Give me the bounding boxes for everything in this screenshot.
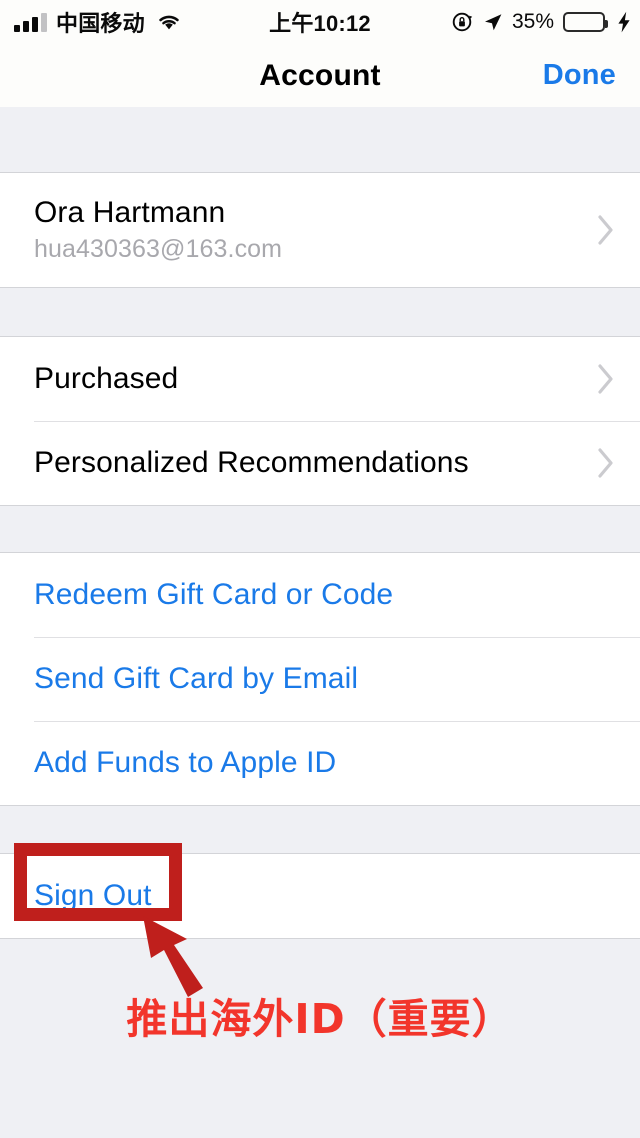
location-arrow-icon — [483, 12, 503, 32]
iphone-screen: 中国移动 上午10:12 35% Account Done Ora Hartma… — [0, 0, 640, 1138]
row-purchased-title: Purchased — [34, 362, 179, 395]
row-sign-out[interactable]: Sign Out — [0, 854, 640, 938]
chevron-right-icon — [596, 362, 616, 396]
row-personalized-recommendations-text: Personalized Recommendations — [34, 446, 596, 480]
row-redeem-gift-card[interactable]: Redeem Gift Card or Code — [0, 553, 640, 637]
section-library: Purchased Personalized Recommendations — [0, 336, 640, 506]
row-personalized-recommendations-title: Personalized Recommendations — [34, 446, 469, 479]
row-send-gift-card-title: Send Gift Card by Email — [34, 662, 359, 695]
navigation-bar: Account Done — [0, 44, 640, 107]
row-apple-id-text: Ora Hartmann hua430363@163.com — [34, 196, 596, 264]
row-redeem-gift-card-title: Redeem Gift Card or Code — [34, 578, 394, 611]
rotation-lock-icon — [452, 11, 474, 33]
section-gap-3 — [0, 806, 640, 853]
row-add-funds-title: Add Funds to Apple ID — [34, 746, 337, 779]
row-apple-id[interactable]: Ora Hartmann hua430363@163.com — [0, 173, 640, 287]
row-sign-out-title: Sign Out — [34, 879, 152, 912]
section-gap-top — [0, 107, 640, 172]
battery-percent-label: 35% — [511, 10, 554, 33]
section-session: Sign Out — [0, 853, 640, 939]
section-gap-bottom — [0, 939, 640, 1138]
row-apple-id-title: Ora Hartmann — [34, 196, 226, 229]
row-personalized-recommendations[interactable]: Personalized Recommendations — [0, 421, 640, 505]
lightning-bolt-icon — [616, 11, 632, 33]
row-purchased[interactable]: Purchased — [0, 337, 640, 421]
section-gap-2 — [0, 506, 640, 552]
row-add-funds[interactable]: Add Funds to Apple ID — [0, 721, 640, 805]
battery-icon — [563, 12, 608, 32]
settings-list: Ora Hartmann hua430363@163.com Purchased — [0, 107, 640, 1138]
row-redeem-gift-card-text: Redeem Gift Card or Code — [34, 578, 616, 612]
section-gap-1 — [0, 288, 640, 336]
row-apple-id-email: hua430363@163.com — [34, 235, 283, 263]
section-gift-cards: Redeem Gift Card or Code Send Gift Card … — [0, 552, 640, 806]
row-add-funds-text: Add Funds to Apple ID — [34, 746, 616, 780]
done-button[interactable]: Done — [543, 44, 616, 107]
row-send-gift-card[interactable]: Send Gift Card by Email — [0, 637, 640, 721]
chevron-right-icon — [596, 446, 616, 480]
section-account: Ora Hartmann hua430363@163.com — [0, 172, 640, 288]
battery-cap — [605, 20, 608, 28]
row-purchased-text: Purchased — [34, 362, 596, 396]
row-send-gift-card-text: Send Gift Card by Email — [34, 662, 616, 696]
chevron-right-icon — [596, 213, 616, 247]
row-sign-out-text: Sign Out — [34, 879, 616, 913]
status-bar-right: 35% — [452, 6, 632, 38]
status-bar: 中国移动 上午10:12 35% — [0, 0, 640, 44]
